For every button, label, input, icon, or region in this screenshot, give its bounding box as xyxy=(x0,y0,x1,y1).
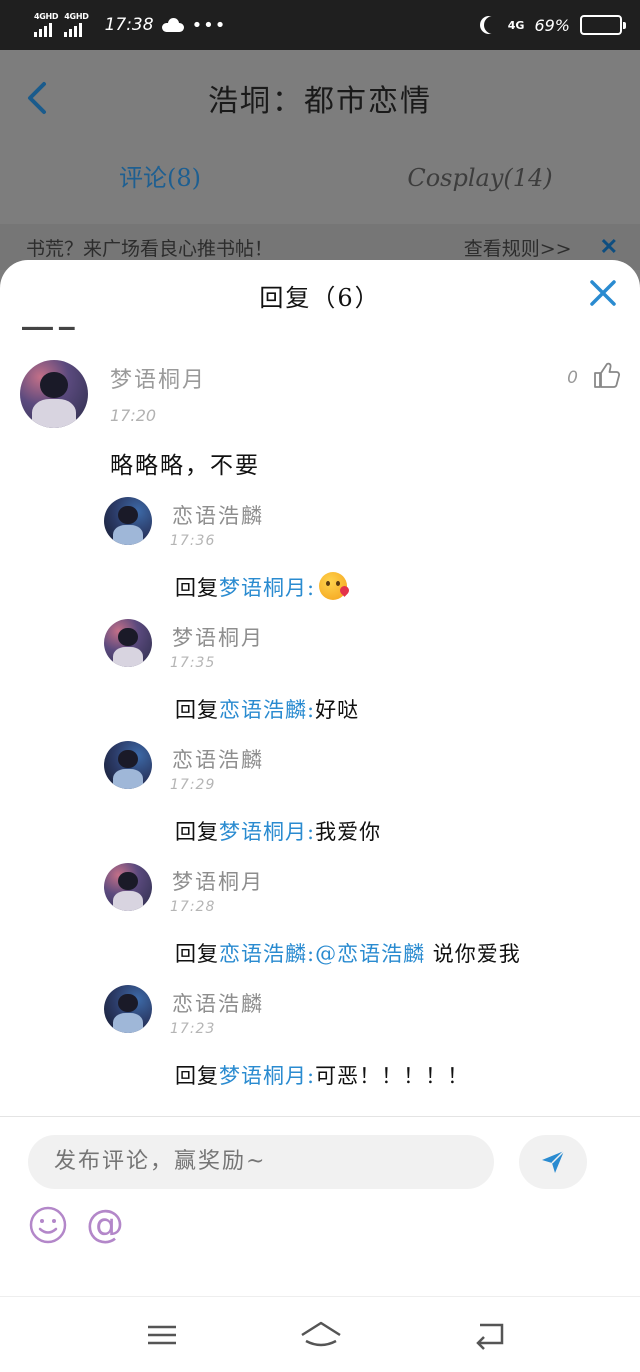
status-time: 17:38 xyxy=(104,15,154,35)
reply-prefix: 回复 xyxy=(175,820,219,844)
reply-separator: : xyxy=(307,576,316,600)
reply-sheet: 回复（6） ▁▁ ▁ 梦语桐月 17:20 0 略略略，不要 恋语浩麟 17:3… xyxy=(0,260,640,1296)
view-rules-link[interactable]: 查看规则>> xyxy=(464,234,572,261)
reply-separator: : xyxy=(307,820,316,844)
reply-target-link[interactable]: 恋语浩麟 xyxy=(219,698,307,722)
comment-content: 略略略，不要 xyxy=(110,453,260,479)
notice-close-icon[interactable]: ✕ xyxy=(600,234,618,260)
signal-1: 4GHD xyxy=(34,12,59,37)
more-notifications-icon: ••• xyxy=(191,14,227,36)
avatar[interactable] xyxy=(20,360,88,428)
reply-text: 回复恋语浩麟:好哒 xyxy=(175,694,359,724)
reply-body: 可恶！！！！！ xyxy=(315,1064,470,1088)
avatar[interactable] xyxy=(104,741,152,789)
reply-target-link[interactable]: 梦语桐月 xyxy=(219,820,307,844)
reply-prefix: 回复 xyxy=(175,698,219,722)
mention-at-icon[interactable]: @ xyxy=(86,1201,124,1247)
reply-text: 回复恋语浩麟:@恋语浩麟 说你爱我 xyxy=(175,938,521,968)
status-bar: 4GHD 4GHD 17:38 ••• 4G 69% xyxy=(0,0,640,50)
notice-text[interactable]: 书荒？来广场看良心推书帖！ xyxy=(26,234,273,261)
page-title: 浩垌：都市恋情 xyxy=(208,84,432,119)
network-label-2: 4GHD xyxy=(64,12,89,21)
reply-separator: : xyxy=(307,698,316,722)
reply-target-link[interactable]: 恋语浩麟 xyxy=(219,942,307,966)
reply-time: 17:29 xyxy=(170,777,216,793)
system-nav-bar xyxy=(0,1296,640,1372)
reply-user-name[interactable]: 梦语桐月 xyxy=(172,866,264,896)
reply-separator: : xyxy=(307,942,316,966)
tab-bar: 评论(8) Cosplay(14) xyxy=(0,146,640,224)
reply-separator: : xyxy=(307,1064,316,1088)
thumbs-up-icon[interactable] xyxy=(592,360,622,390)
reply-user-name[interactable]: 恋语浩麟 xyxy=(172,500,264,530)
kiss-emoji-icon xyxy=(319,572,348,600)
comment-user-name[interactable]: 梦语桐月 xyxy=(110,362,206,394)
reply-time: 17:23 xyxy=(170,1021,216,1037)
reply-body: 好哒 xyxy=(315,698,360,722)
reply-target-link[interactable]: 梦语桐月 xyxy=(219,576,307,600)
avatar[interactable] xyxy=(104,985,152,1033)
reply-user-name[interactable]: 恋语浩麟 xyxy=(172,988,264,1018)
emoji-smile-icon[interactable] xyxy=(28,1205,68,1245)
home-icon[interactable] xyxy=(298,1319,344,1351)
like-count: 0 xyxy=(567,368,578,388)
tab-comments[interactable]: 评论(8) xyxy=(0,146,320,224)
battery-percent: 69% xyxy=(534,15,570,35)
moon-icon xyxy=(484,16,502,34)
background-page: 浩垌：都市恋情 评论(8) Cosplay(14) 书荒？来广场看良心推书帖！ … xyxy=(0,50,640,270)
signal-2: 4GHD xyxy=(64,12,89,37)
clipped-previous-text: ▁▁ ▁ xyxy=(22,318,75,330)
reply-prefix: 回复 xyxy=(175,1064,219,1088)
reply-user-name[interactable]: 梦语桐月 xyxy=(172,622,264,652)
comment-composer: @ xyxy=(0,1116,640,1296)
comment-input[interactable] xyxy=(28,1135,494,1189)
avatar[interactable] xyxy=(104,619,152,667)
reply-text: 回复梦语桐月:我爱你 xyxy=(175,816,381,846)
tab-cosplay[interactable]: Cosplay(14) xyxy=(320,146,640,224)
avatar[interactable] xyxy=(104,863,152,911)
reply-target-link[interactable]: 梦语桐月 xyxy=(219,1064,307,1088)
reply-text: 回复梦语桐月:可恶！！！！！ xyxy=(175,1060,469,1090)
reply-text: 回复梦语桐月: xyxy=(175,572,348,602)
sheet-title: 回复（6） xyxy=(259,284,381,312)
reply-prefix: 回复 xyxy=(175,942,219,966)
signal-bars-icon xyxy=(64,23,83,37)
close-icon[interactable] xyxy=(588,278,618,308)
back-icon[interactable] xyxy=(470,1319,510,1351)
send-button[interactable] xyxy=(519,1135,587,1189)
reply-body: 我爱你 xyxy=(315,820,382,844)
reply-time: 17:28 xyxy=(170,899,216,915)
battery-icon xyxy=(580,15,626,35)
reply-user-name[interactable]: 恋语浩麟 xyxy=(172,744,264,774)
send-icon xyxy=(542,1150,565,1173)
menu-icon[interactable] xyxy=(142,1319,182,1351)
reply-time: 17:36 xyxy=(170,533,216,549)
signal-bars-icon xyxy=(34,23,52,37)
avatar[interactable] xyxy=(104,497,152,545)
reply-prefix: 回复 xyxy=(175,576,219,600)
page-header: 浩垌：都市恋情 xyxy=(0,50,640,146)
reply-body: 说你爱我 xyxy=(425,942,521,966)
network-label-1: 4GHD xyxy=(34,12,59,21)
mention-link[interactable]: @恋语浩麟 xyxy=(315,942,425,966)
reply-time: 17:35 xyxy=(170,655,216,671)
comment-time: 17:20 xyxy=(110,406,157,425)
network-type: 4G xyxy=(507,18,525,32)
cloud-icon xyxy=(161,18,184,32)
